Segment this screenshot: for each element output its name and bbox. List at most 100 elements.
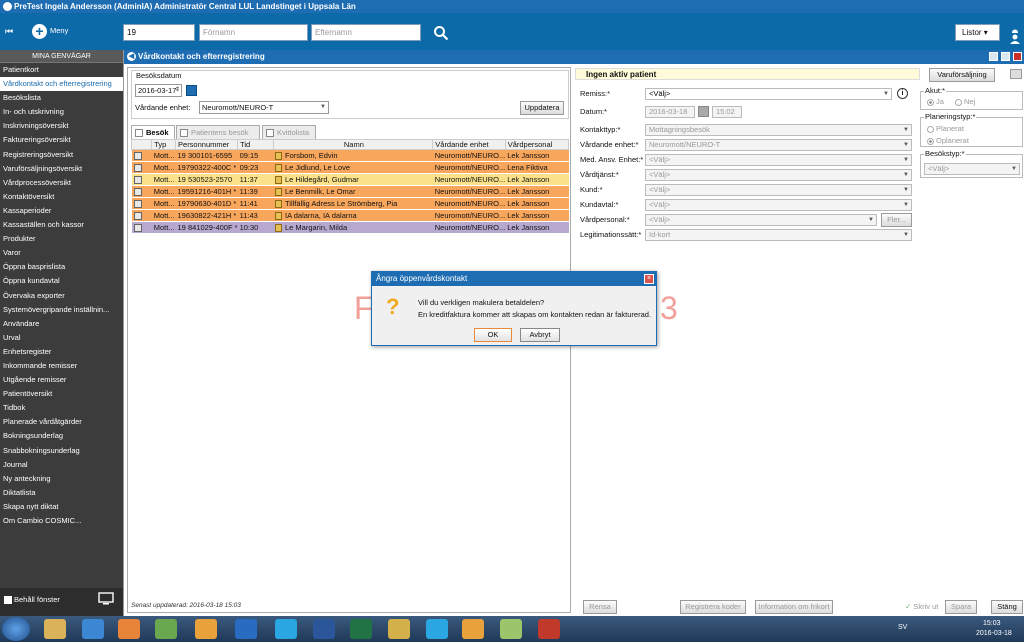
save-button[interactable]: Spara [945, 600, 977, 614]
firstname-input[interactable]: Förnamn [199, 24, 308, 41]
enhet-select[interactable]: Neuromott/NEURO-T ▼ [645, 139, 912, 151]
kontakttyp-select[interactable]: Mottagningsbesök ▼ [645, 124, 912, 136]
sales-button[interactable]: Varuförsäljning [929, 68, 995, 82]
free-card-info-button[interactable]: Information om frikort [755, 600, 833, 614]
sidebar-item[interactable]: Utgående remisser [0, 373, 123, 387]
visit-date-input[interactable]: 2016-03-17 ⇕ [135, 84, 182, 97]
personnummer-search-input[interactable]: 19 [123, 24, 195, 41]
besokstyp-select[interactable]: <Välj> ▼ [924, 163, 1020, 175]
sidebar-item[interactable]: Diktatlista [0, 486, 123, 500]
close-button[interactable]: Stäng [991, 600, 1023, 614]
sidebar-item[interactable]: Tidbok [0, 401, 123, 415]
app-icon[interactable] [155, 619, 177, 639]
close-icon[interactable] [1013, 52, 1022, 61]
update-button[interactable]: Uppdatera [520, 101, 564, 115]
sidebar-item[interactable]: Urval [0, 331, 123, 345]
maximize-icon[interactable] [1001, 52, 1010, 61]
sidebar-item[interactable]: Patientkort [0, 63, 123, 77]
sidebar-item[interactable]: Öppna kundavtal [0, 274, 123, 288]
table-row[interactable]: Mott... 19630822-421H * 11:43 IA dalarna, I… [131, 209, 569, 222]
minimize-icon[interactable] [989, 52, 998, 61]
sidebar-item[interactable]: Vårdprocessöversikt [0, 176, 123, 190]
lists-dropdown-button[interactable]: Listor ▾ [955, 24, 1000, 41]
sidebar-item[interactable]: Produkter [0, 232, 123, 246]
vardpersonal-select[interactable]: <Välj> ▼ [645, 214, 877, 226]
column-header-enhet[interactable]: Vårdande enhet [432, 139, 506, 150]
sidebar-item[interactable]: Bokningsunderlag [0, 429, 123, 443]
sidebar-item[interactable]: Inskrivningsöversikt [0, 119, 123, 133]
sidebar-item[interactable]: Kontaktöversikt [0, 190, 123, 204]
sidebar-item[interactable]: Vårdkontakt och efterregistrering [0, 77, 123, 92]
excel-icon[interactable] [350, 619, 372, 639]
sidebar-item[interactable]: Övervaka exporter [0, 289, 123, 303]
sidebar-item[interactable]: In- och utskrivning [0, 105, 123, 119]
time-input[interactable]: 15:02 [712, 106, 742, 118]
kund-select[interactable]: <Välj> ▼ [645, 184, 912, 196]
internet-explorer-icon[interactable] [82, 619, 104, 639]
close-icon[interactable]: × [644, 274, 654, 284]
vardtjanst-select[interactable]: <Välj> ▼ [645, 169, 912, 181]
keep-window-checkbox[interactable]: Behåll fönster [4, 595, 60, 605]
sidebar-item[interactable]: Öppna basprislista [0, 260, 123, 274]
sidebar-item[interactable]: Snabbokningsunderlag [0, 444, 123, 458]
skype-icon[interactable] [275, 619, 297, 639]
sidebar-item[interactable]: Journal [0, 458, 123, 472]
sidebar-item[interactable]: Användare [0, 317, 123, 331]
clock-date[interactable]: 2016-03-18 [976, 630, 1012, 637]
clear-button[interactable]: Rensa [583, 600, 617, 614]
monitor-icon[interactable] [98, 592, 114, 605]
app-icon[interactable] [462, 619, 484, 639]
table-row[interactable]: Mott... 19790630-401D * 11:41 Tillfällig Ad… [131, 197, 569, 210]
sidebar-item[interactable]: Kassaperioder [0, 204, 123, 218]
start-button[interactable] [2, 617, 30, 641]
column-header-personnummer[interactable]: Personnummer [175, 139, 239, 150]
table-row[interactable]: Mott... 19 841029-400F * 10:30 Le Margarin,… [131, 221, 569, 234]
oplanerat-radio[interactable]: Oplanerat [927, 136, 969, 145]
skype-icon[interactable] [426, 619, 448, 639]
unit-select[interactable]: Neuromott/NEURO-T ▼ [199, 101, 329, 114]
print-button[interactable]: ✓ Skriv ut [905, 602, 938, 611]
home-icon[interactable] [1010, 69, 1022, 79]
sidebar-item[interactable]: Registreringsöversikt [0, 148, 123, 162]
column-header-tid[interactable]: Tid [237, 139, 274, 150]
app-icon[interactable] [388, 619, 410, 639]
table-row[interactable]: Mott... 19591216-401H * 11:39 Le Benmilk, L… [131, 185, 569, 198]
kundavtal-select[interactable]: <Välj> ▼ [645, 199, 912, 211]
register-codes-button[interactable]: Registrera koder [680, 600, 746, 614]
med-ansv-select[interactable]: <Välj> ▼ [645, 154, 912, 166]
table-row[interactable]: Mott... 19 530523-2570 11:37 Le Hildegård, … [131, 173, 569, 186]
media-player-icon[interactable] [118, 619, 140, 639]
collapse-sidebar-icon[interactable]: ⏮ [5, 26, 13, 37]
table-row[interactable]: Mott... 19790322-400C * 09:23 Le Jidlund, L… [131, 161, 569, 174]
column-header-typ[interactable]: Typ [151, 139, 177, 150]
column-header-namn[interactable]: Namn [272, 139, 434, 150]
cosmic-icon[interactable] [538, 619, 560, 639]
users-icon[interactable] [1009, 33, 1021, 45]
sidebar-item[interactable]: Enhetsregister [0, 345, 123, 359]
sidebar-item[interactable]: Kassaställen och kassor [0, 218, 123, 232]
legit-select[interactable]: Id-kort ▼ [645, 229, 912, 241]
sidebar-item[interactable]: Systemövergripande inställnin... [0, 303, 123, 317]
sidebar-item[interactable]: Varor [0, 246, 123, 260]
calendar-icon[interactable] [698, 106, 709, 117]
lastname-input[interactable]: Efternamn [311, 24, 421, 41]
akut-nej-radio[interactable]: Nej [955, 97, 975, 106]
column-header-vardpersonal[interactable]: Vårdpersonal [504, 139, 570, 150]
datum-input[interactable]: 2016-03-18 [645, 106, 695, 118]
remiss-select[interactable]: <Välj> ▼ [645, 88, 892, 100]
sidebar-item[interactable]: Faktureringsöversikt [0, 133, 123, 147]
clock-time[interactable]: 15:03 [983, 620, 1001, 627]
app-icon[interactable] [500, 619, 522, 639]
back-icon[interactable]: ◀ [127, 52, 136, 61]
file-explorer-icon[interactable] [44, 619, 66, 639]
cancel-button[interactable]: Avbryt [520, 328, 560, 342]
sidebar-item[interactable]: Skapa nytt diktat [0, 500, 123, 514]
app-icon[interactable] [195, 619, 217, 639]
akut-ja-radio[interactable]: Ja [927, 97, 944, 106]
sidebar-item[interactable]: Besökslista [0, 91, 123, 105]
sidebar-item[interactable]: Planerade vårdåtgärder [0, 415, 123, 429]
search-icon[interactable] [433, 25, 449, 41]
sidebar-item[interactable]: Om Cambio COSMIC... [0, 514, 123, 528]
sidebar-item[interactable]: Patientöversikt [0, 387, 123, 401]
info-icon[interactable]: i [897, 88, 908, 99]
